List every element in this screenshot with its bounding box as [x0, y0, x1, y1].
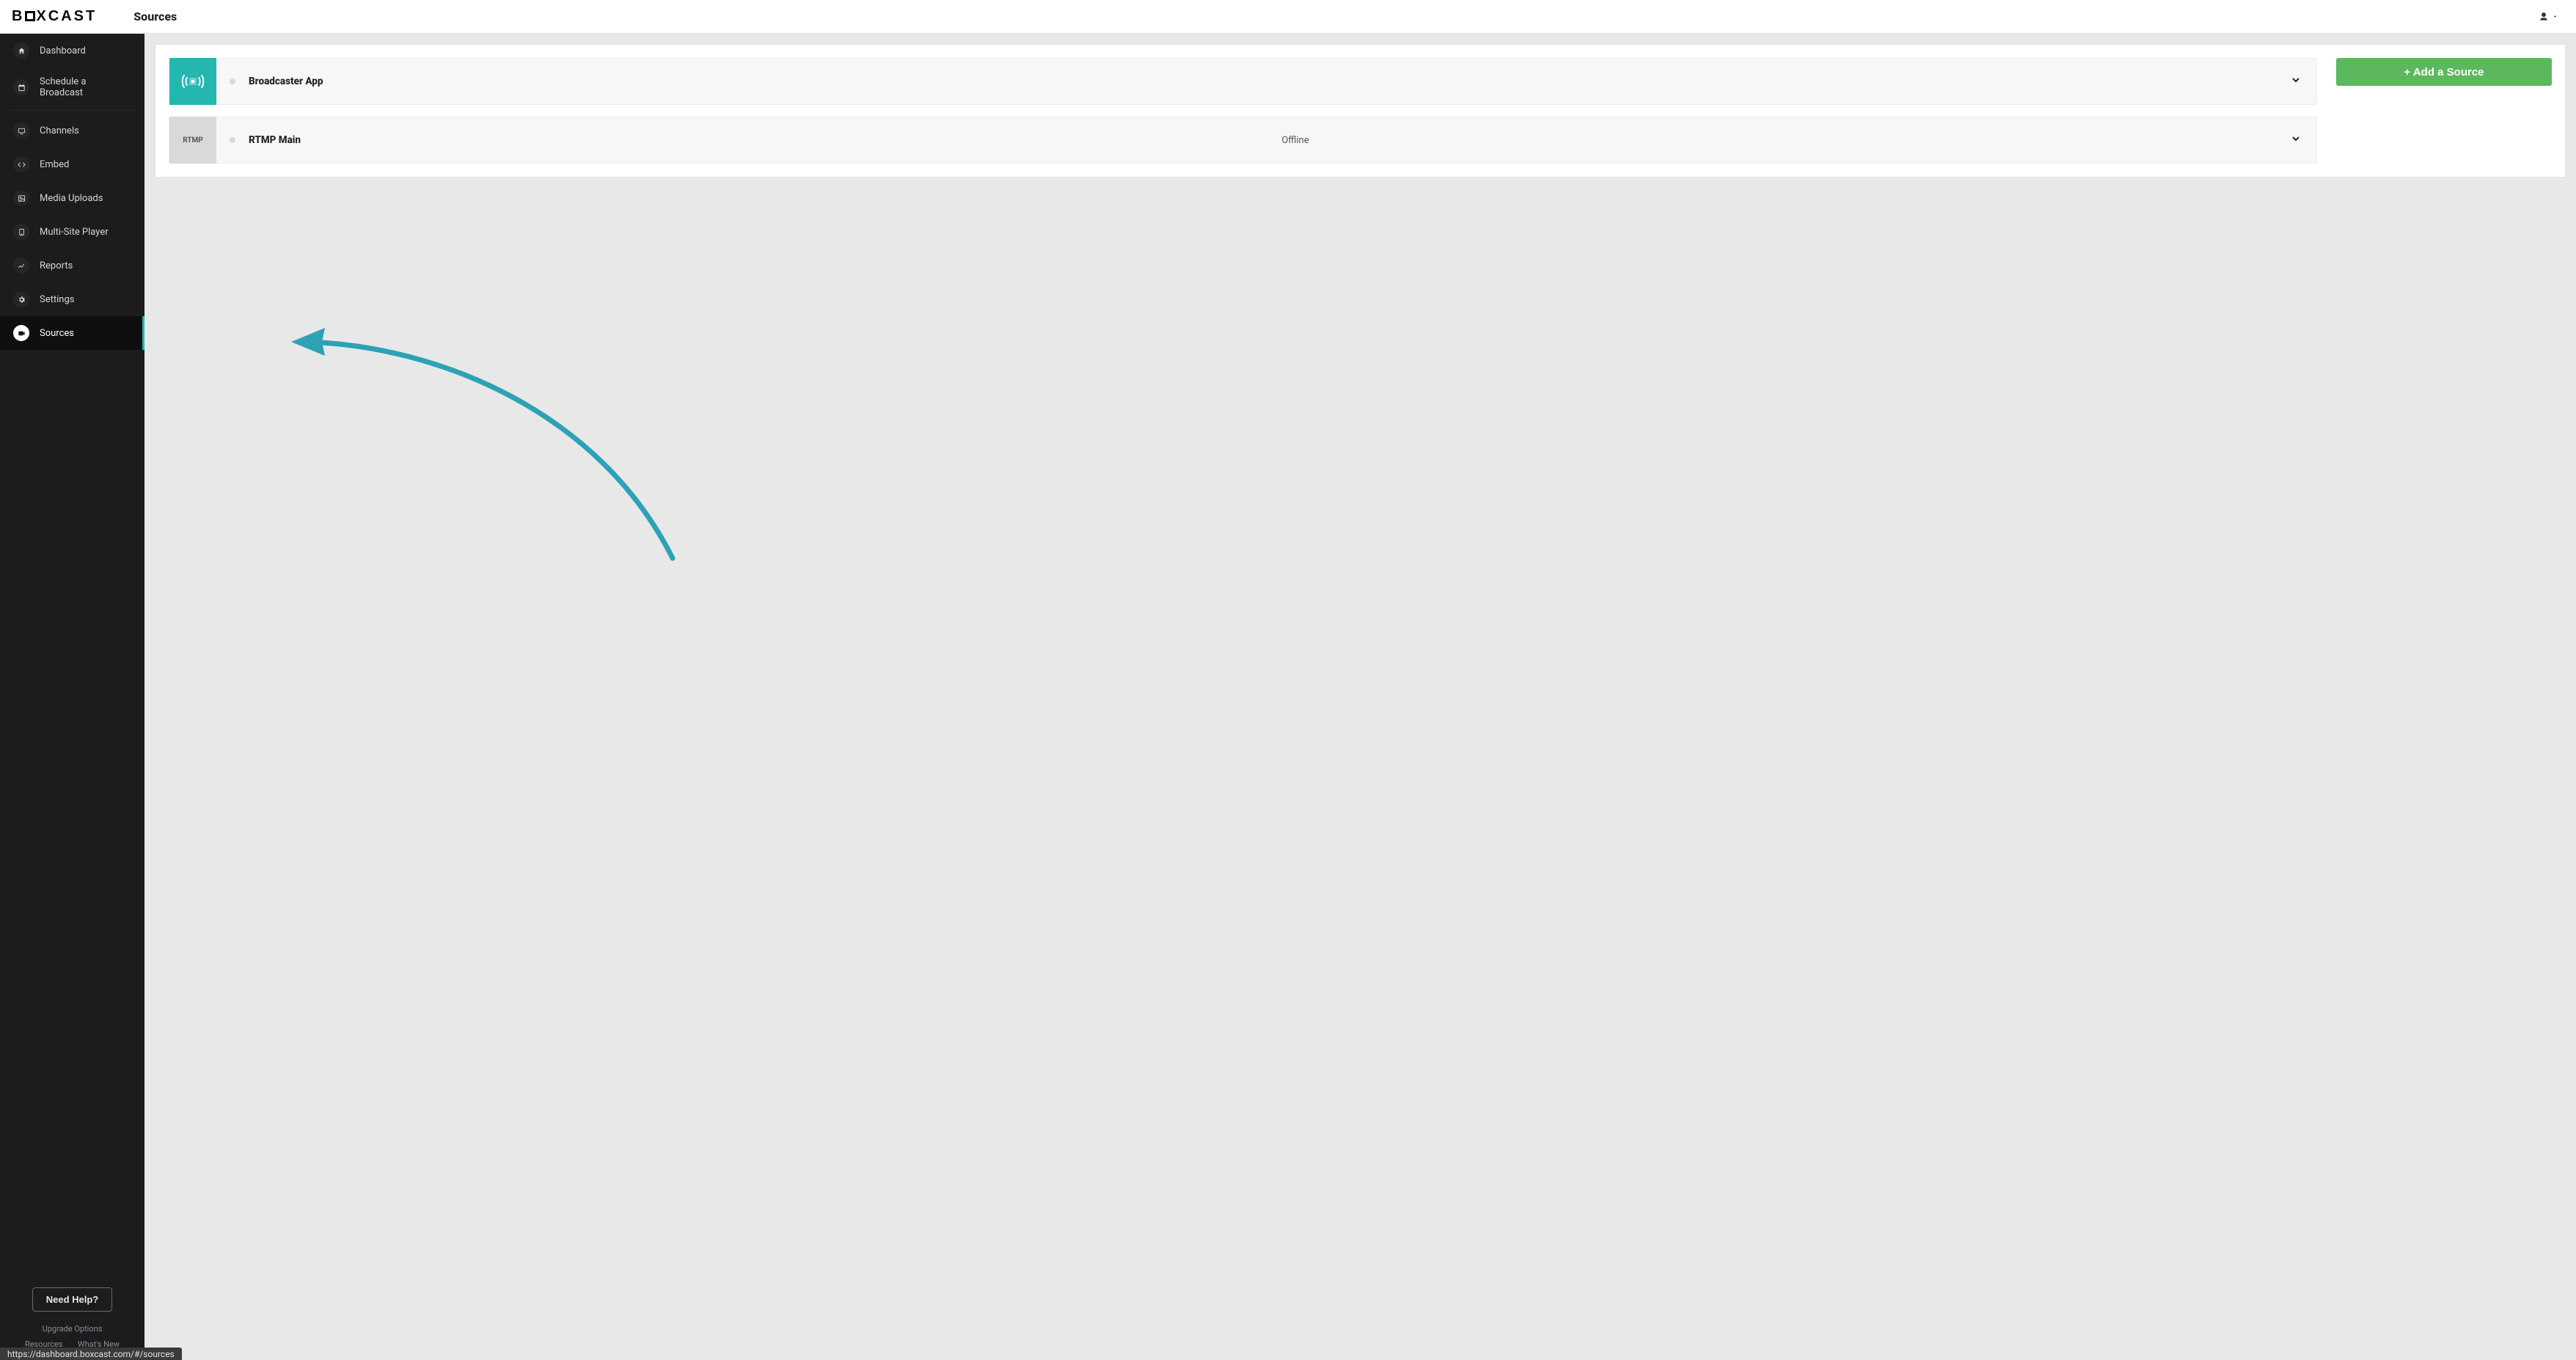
sidebar-item-channels[interactable]: Channels — [0, 114, 144, 147]
sidebar-item-schedule[interactable]: Schedule a Broadcast — [0, 67, 144, 107]
page-title: Sources — [133, 10, 177, 23]
broadcaster-thumb-icon — [169, 58, 216, 105]
caret-down-icon — [2552, 13, 2558, 20]
rtmp-thumb-badge: RTMP — [169, 117, 216, 164]
user-icon — [2539, 12, 2549, 22]
sidebar-item-label: Settings — [40, 294, 74, 305]
main-content: Broadcaster App RTMP RTMP Main Offline — [144, 34, 2576, 1360]
calendar-icon — [13, 79, 29, 95]
brand-suffix: XCAST — [36, 8, 97, 24]
sidebar-item-dashboard[interactable]: Dashboard — [0, 34, 144, 67]
sidebar-divider — [10, 110, 134, 111]
sidebar-item-embed[interactable]: Embed — [0, 147, 144, 181]
topbar: B XCAST Sources — [0, 0, 2576, 34]
annotation-arrow-icon — [291, 323, 687, 566]
source-status: Offline — [1281, 135, 1309, 146]
sidebar-item-settings[interactable]: Settings — [0, 282, 144, 316]
brand-box-icon — [25, 11, 35, 21]
sidebar-item-multisite[interactable]: Multi-Site Player — [0, 215, 144, 249]
sidebar-item-label: Channels — [40, 125, 79, 136]
sidebar-item-label: Sources — [40, 328, 74, 339]
sidebar: Dashboard Schedule a Broadcast Channels … — [0, 34, 144, 1360]
source-name: RTMP Main — [249, 134, 301, 146]
chevron-down-icon — [2290, 74, 2302, 89]
sidebar-item-media-uploads[interactable]: Media Uploads — [0, 181, 144, 215]
upgrade-options-link[interactable]: Upgrade Options — [43, 1324, 103, 1334]
source-row-broadcaster[interactable]: Broadcaster App — [169, 58, 2317, 105]
sources-panel: Broadcaster App RTMP RTMP Main Offline — [155, 44, 2566, 178]
source-name: Broadcaster App — [249, 76, 323, 87]
image-icon — [13, 190, 29, 206]
rtmp-badge-text: RTMP — [183, 136, 203, 145]
add-source-button[interactable]: + Add a Source — [2336, 58, 2552, 86]
sidebar-item-label: Schedule a Broadcast — [40, 76, 131, 98]
need-help-button[interactable]: Need Help? — [32, 1287, 113, 1312]
status-dot-icon — [230, 137, 235, 143]
sidebar-item-reports[interactable]: Reports — [0, 249, 144, 282]
home-icon — [13, 43, 29, 59]
tablet-icon — [13, 224, 29, 240]
sidebar-item-label: Multi-Site Player — [40, 227, 109, 238]
browser-status-url: https://dashboard.boxcast.com/#/sources — [0, 1348, 182, 1360]
sidebar-item-label: Reports — [40, 260, 73, 271]
user-menu[interactable] — [2533, 9, 2564, 25]
monitor-icon — [13, 123, 29, 139]
chevron-down-icon — [2290, 133, 2302, 147]
chart-icon — [13, 257, 29, 274]
source-row-rtmp[interactable]: RTMP RTMP Main Offline — [169, 117, 2317, 164]
code-icon — [13, 156, 29, 172]
sidebar-item-label: Media Uploads — [40, 193, 103, 204]
sidebar-item-label: Dashboard — [40, 45, 86, 56]
sidebar-item-sources[interactable]: Sources — [0, 316, 144, 350]
gear-icon — [13, 291, 29, 307]
brand-logo: B XCAST — [12, 8, 97, 25]
status-dot-icon — [230, 78, 235, 84]
camera-icon — [13, 325, 29, 341]
sidebar-item-label: Embed — [40, 159, 69, 170]
brand-prefix: B — [12, 8, 24, 24]
